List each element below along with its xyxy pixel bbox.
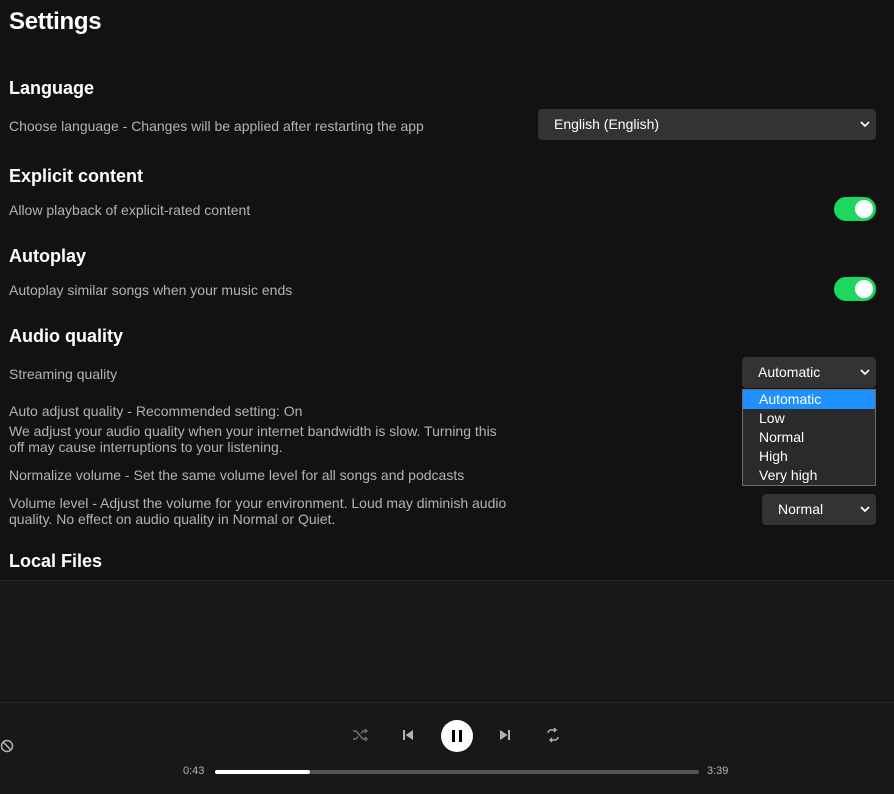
autoplay-description: Autoplay similar songs when your music e…: [9, 282, 293, 298]
local-files-heading: Local Files: [9, 551, 103, 571]
settings-page: Settings Language Choose language - Chan…: [0, 0, 894, 580]
dropdown-option-normal[interactable]: Normal: [743, 428, 875, 447]
dropdown-option-very-high[interactable]: Very high: [743, 466, 875, 485]
language-select-value: English (English): [554, 116, 660, 132]
volume-level-select[interactable]: Normal: [762, 494, 876, 525]
language-heading: Language: [9, 78, 95, 98]
explicit-heading: Explicit content: [9, 166, 144, 186]
content-empty-area: [0, 581, 894, 702]
previous-track-icon[interactable]: [400, 727, 416, 746]
streaming-quality-dropdown: Automatic Low Normal High Very high: [742, 389, 876, 486]
player-bar: 0:43 3:39: [0, 702, 894, 794]
dropdown-option-high[interactable]: High: [743, 447, 875, 466]
toggle-knob: [855, 200, 873, 218]
streaming-quality-select[interactable]: Automatic: [742, 357, 876, 388]
audio-quality-heading: Audio quality: [9, 326, 123, 346]
dropdown-option-low[interactable]: Low: [743, 409, 875, 428]
progress-bar[interactable]: [215, 770, 699, 774]
auto-adjust-title: Auto adjust quality - Recommended settin…: [9, 403, 303, 419]
explicit-description: Allow playback of explicit-rated content: [9, 202, 251, 218]
pause-icon-bar: [459, 730, 462, 742]
autoplay-heading: Autoplay: [9, 246, 87, 266]
shuffle-icon[interactable]: [352, 727, 368, 746]
total-duration: 3:39: [707, 765, 729, 777]
explicit-toggle[interactable]: [834, 197, 876, 221]
normalize-volume-label: Normalize volume - Set the same volume l…: [9, 467, 465, 483]
language-description: Choose language - Changes will be applie…: [9, 118, 424, 134]
elapsed-time: 0:43: [183, 765, 205, 777]
progress-fill: [215, 770, 310, 774]
chevron-down-icon: [858, 109, 872, 152]
next-track-icon[interactable]: [497, 727, 513, 746]
pause-button[interactable]: [441, 720, 473, 752]
chevron-down-icon: [858, 494, 872, 537]
volume-level-value: Normal: [778, 501, 824, 517]
volume-level-line2: quality. No effect on audio quality in N…: [9, 511, 336, 527]
blocked-icon[interactable]: [0, 739, 14, 756]
auto-adjust-description-line2: off may cause interruptions to your list…: [9, 439, 283, 455]
toggle-knob: [855, 280, 873, 298]
streaming-quality-value: Automatic: [758, 364, 821, 380]
page-title: Settings: [9, 8, 102, 35]
language-select[interactable]: English (English): [538, 109, 876, 140]
pause-icon: [452, 730, 455, 742]
repeat-icon[interactable]: [545, 727, 561, 746]
autoplay-toggle[interactable]: [834, 277, 876, 301]
dropdown-option-automatic[interactable]: Automatic: [743, 390, 875, 409]
streaming-quality-label: Streaming quality: [9, 366, 118, 382]
